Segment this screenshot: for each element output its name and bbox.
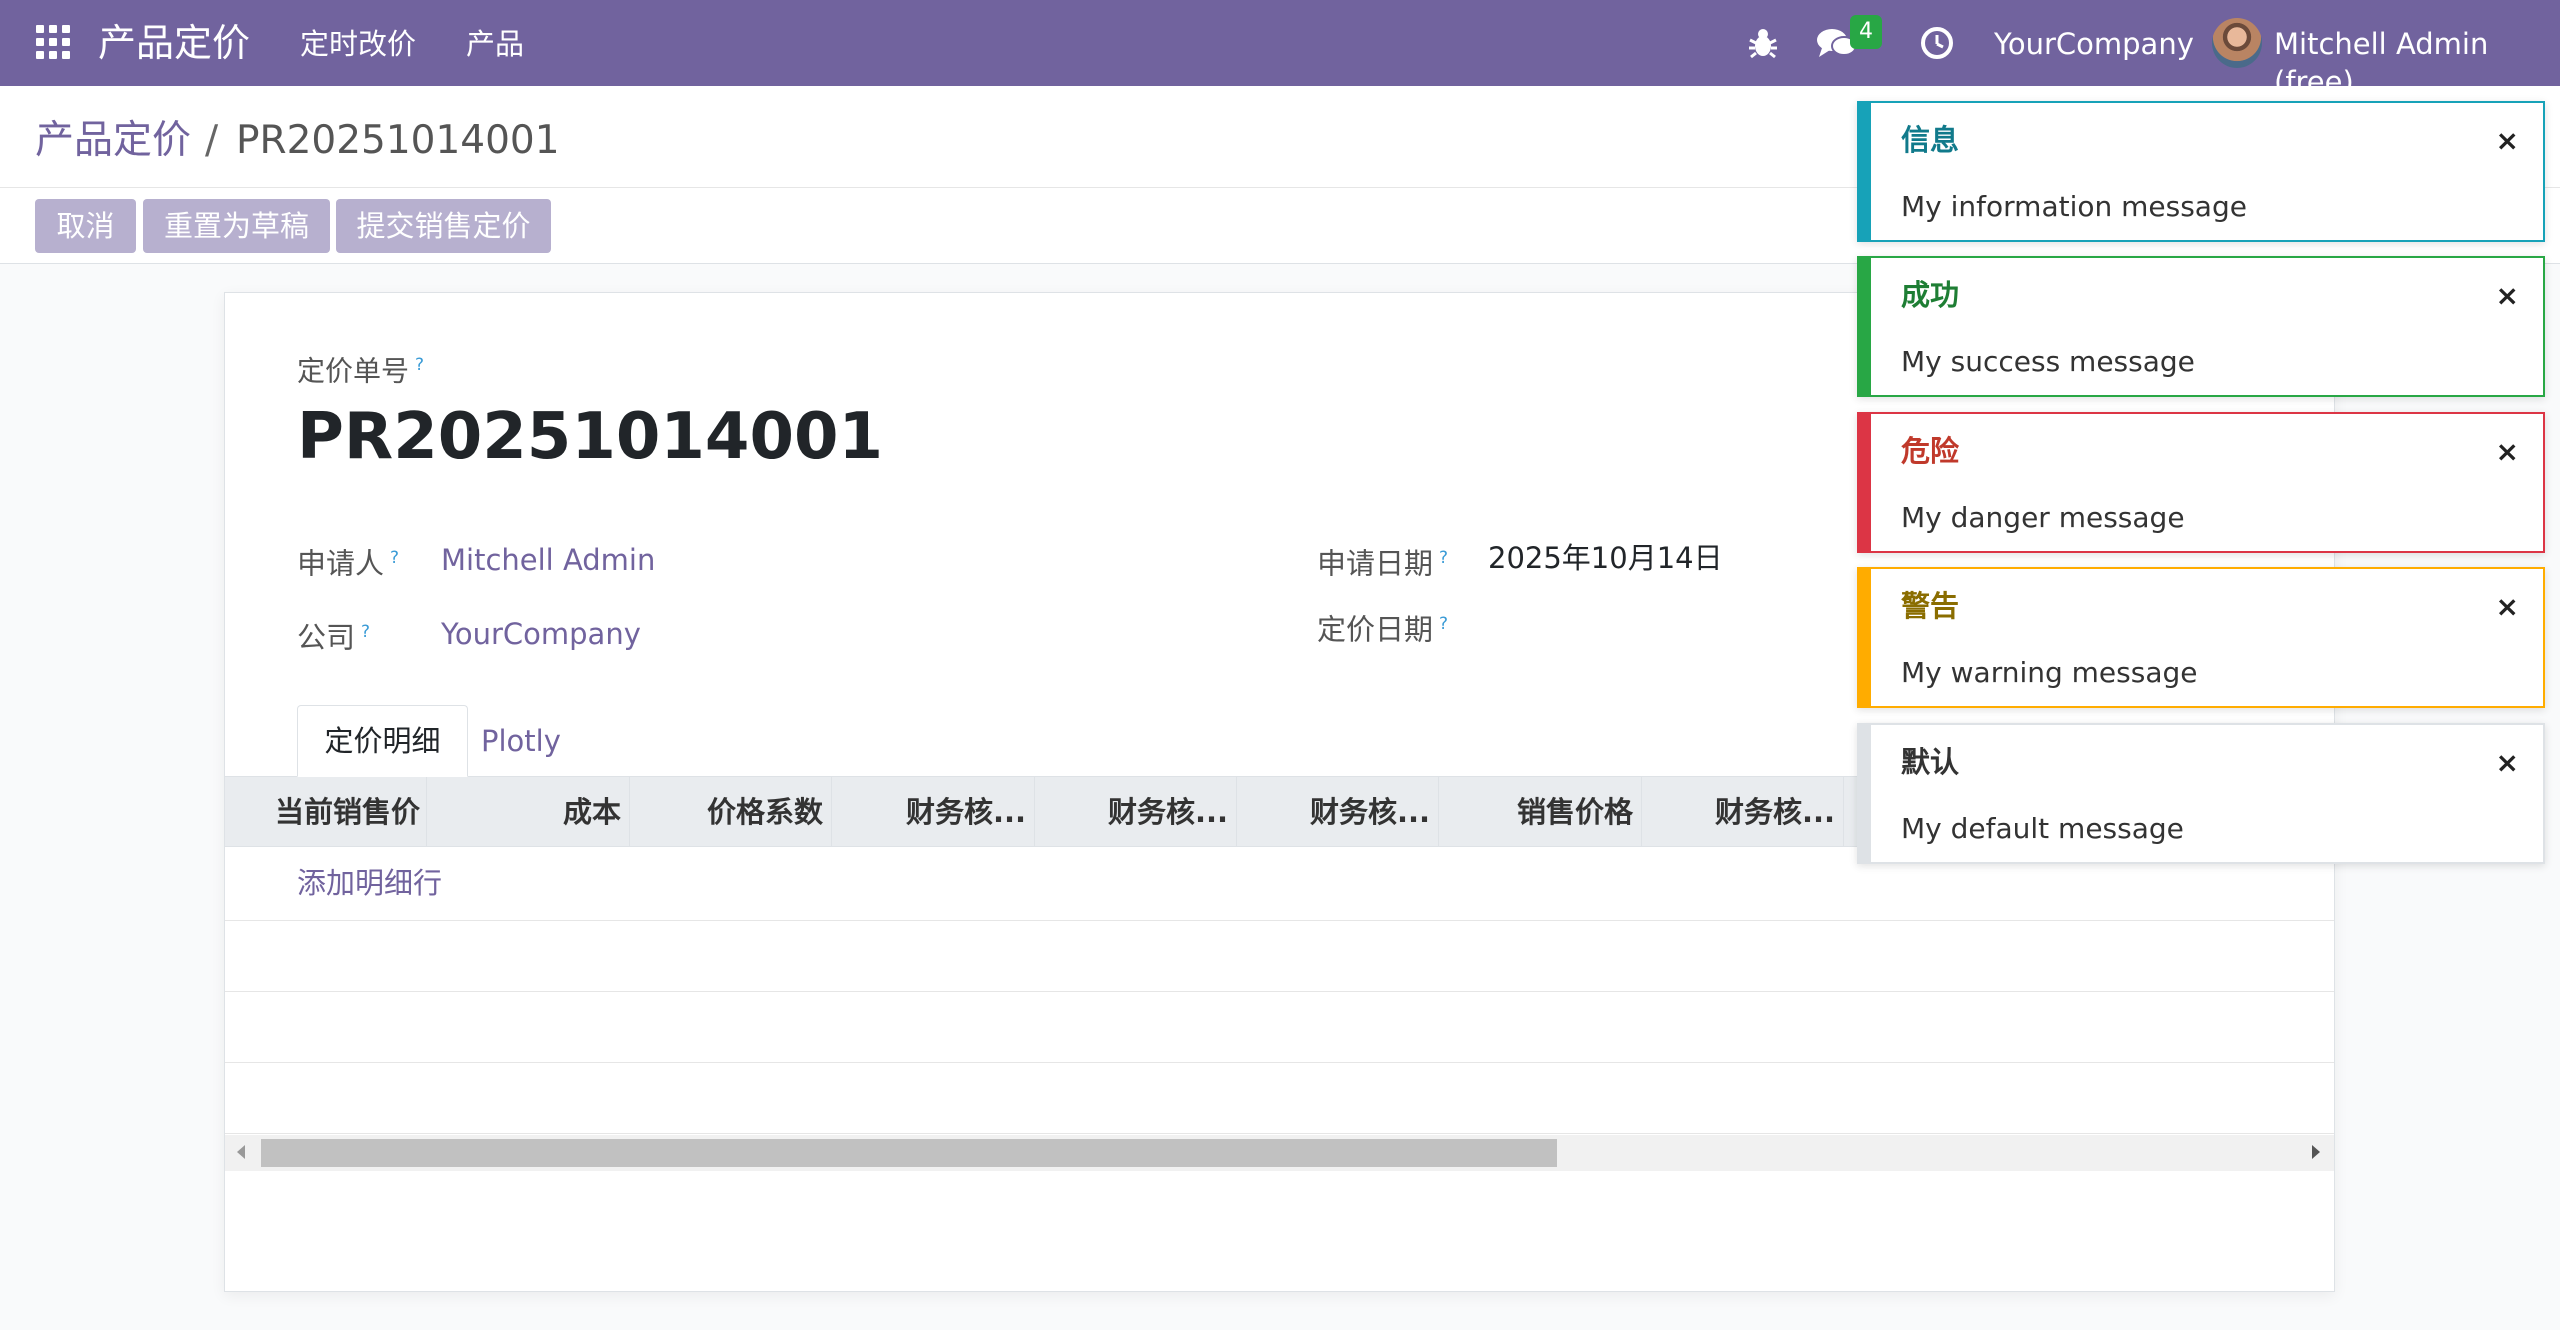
table-row-divider [225, 1062, 2334, 1063]
close-icon[interactable]: × [2496, 589, 2519, 625]
scroll-right-arrow-icon[interactable] [2312, 1145, 2320, 1159]
notification-default: 默认 × My default message [1857, 723, 2545, 864]
column-price-factor[interactable]: 价格系数 [630, 777, 832, 846]
column-sale-price[interactable]: 销售价格 [1439, 777, 1642, 846]
help-tooltip-icon[interactable]: ? [1439, 614, 1448, 634]
notification-message: My success message [1901, 345, 2195, 378]
apply-date-field[interactable]: 2025年10月14日 [1488, 539, 1723, 577]
column-finance-check-1[interactable]: 财务核... [832, 777, 1035, 846]
company-switcher[interactable]: YourCompany [1994, 25, 2194, 63]
applicant-field[interactable]: Mitchell Admin [441, 541, 655, 579]
close-icon[interactable]: × [2496, 123, 2519, 159]
help-tooltip-icon[interactable]: ? [390, 548, 399, 568]
breadcrumb-parent[interactable]: 产品定价 [35, 116, 191, 166]
message-count-badge: 4 [1850, 15, 1882, 49]
notification-message: My warning message [1901, 656, 2198, 689]
pricing-date-label: 定价日期? [1317, 612, 1449, 647]
company-field[interactable]: YourCompany [441, 615, 641, 653]
pricing-number-label: 定价单号? [297, 354, 425, 388]
notification-title: 警告 [1901, 589, 1960, 623]
tab-plotly[interactable]: Plotly [481, 719, 561, 763]
pricing-number-value: PR20251014001 [297, 400, 884, 474]
notification-title: 信息 [1901, 123, 1960, 157]
apply-date-label: 申请日期? [1317, 546, 1449, 581]
cancel-button[interactable]: 取消 [35, 199, 136, 253]
user-avatar[interactable] [2212, 18, 2262, 68]
notification-title: 成功 [1901, 278, 1960, 312]
column-finance-check-2[interactable]: 财务核... [1035, 777, 1237, 846]
table-row-divider [225, 991, 2334, 992]
table-row-divider [225, 1133, 2334, 1134]
menu-products[interactable]: 产品 [466, 25, 524, 63]
notification-message: My default message [1901, 812, 2184, 845]
column-finance-check-4[interactable]: 财务核... [1642, 777, 1844, 846]
clock-icon[interactable] [1920, 26, 1954, 60]
scrollbar-thumb[interactable] [261, 1139, 1557, 1167]
column-finance-check-3[interactable]: 财务核... [1237, 777, 1439, 846]
breadcrumb-current: PR20251014001 [236, 118, 560, 163]
reset-to-draft-button[interactable]: 重置为草稿 [143, 199, 330, 253]
table-row-divider [225, 920, 2334, 921]
notification-success: 成功 × My success message [1857, 256, 2545, 397]
notification-message: My information message [1901, 190, 2247, 223]
bug-icon[interactable] [1748, 26, 1778, 60]
notification-warning: 警告 × My warning message [1857, 567, 2545, 708]
notification-info: 信息 × My information message [1857, 101, 2545, 242]
app-grid-icon[interactable] [36, 25, 70, 59]
scroll-left-arrow-icon[interactable] [237, 1145, 245, 1159]
company-label: 公司? [297, 620, 371, 655]
app-brand[interactable]: 产品定价 [98, 18, 250, 68]
help-tooltip-icon[interactable]: ? [415, 355, 424, 375]
notification-title: 危险 [1901, 434, 1960, 468]
close-icon[interactable]: × [2496, 434, 2519, 470]
submit-pricing-button[interactable]: 提交销售定价 [336, 199, 551, 253]
column-cost[interactable]: 成本 [427, 777, 630, 846]
menu-scheduled-price-change[interactable]: 定时改价 [300, 25, 416, 63]
column-current-sale-price[interactable]: 当前销售价 [225, 777, 427, 846]
help-tooltip-icon[interactable]: ? [361, 622, 370, 642]
tab-pricing-details[interactable]: 定价明细 [297, 705, 468, 777]
close-icon[interactable]: × [2496, 745, 2519, 781]
notification-message: My danger message [1901, 501, 2185, 534]
breadcrumb-separator: / [205, 118, 219, 163]
help-tooltip-icon[interactable]: ? [1439, 548, 1448, 568]
applicant-label: 申请人? [297, 546, 400, 581]
notification-title: 默认 [1901, 745, 1960, 779]
top-navbar: 产品定价 定时改价 产品 4 YourCompany Mitchell Admi… [0, 0, 2560, 99]
horizontal-scrollbar[interactable] [225, 1135, 2334, 1171]
notification-danger: 危险 × My danger message [1857, 412, 2545, 553]
add-line-link[interactable]: 添加明细行 [297, 863, 442, 903]
close-icon[interactable]: × [2496, 278, 2519, 314]
